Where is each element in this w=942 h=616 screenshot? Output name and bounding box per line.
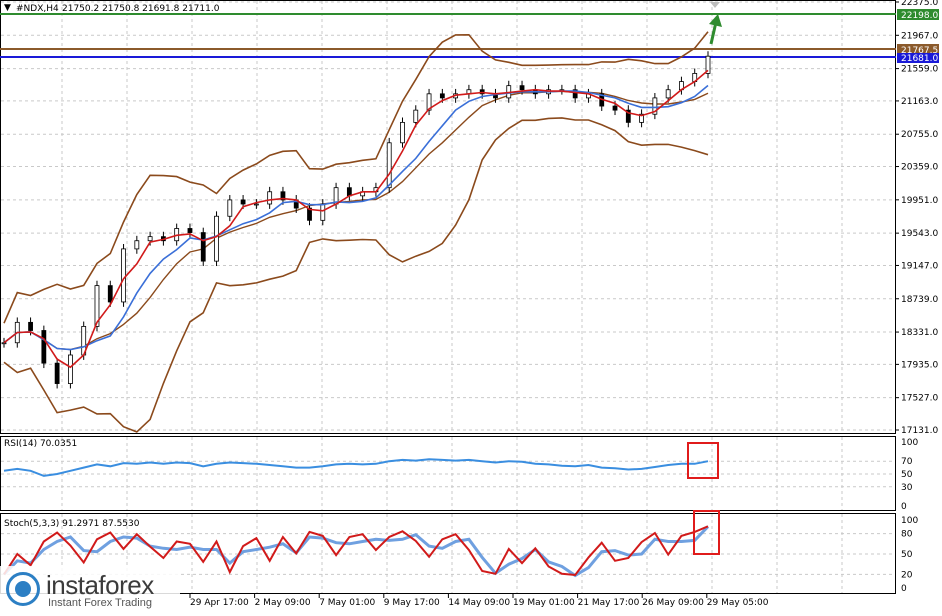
blue-price-text: 21681.0 [901,54,938,64]
price-candle [107,285,113,303]
chart-window: ▼ #NDX,H4 21750.2 21750.8 21691.8 21711.… [0,0,942,612]
price-tick-label: 22375.0 [901,0,938,8]
price-candle [612,105,618,111]
price-tick-label: 17131.0 [901,426,938,436]
price-candle [134,240,140,250]
price-candle [253,203,259,206]
price-tick-label: 17935.0 [901,360,938,370]
price-candle [400,121,405,144]
time-tick-label: 7 May 01:00 [319,598,375,608]
price-candle [28,321,33,331]
resistance-price-text: 22198.0 [901,11,938,21]
stoch-tick-label: 20 [901,570,913,580]
time-tick-label: 9 May 17:00 [384,598,440,608]
price-candle [240,199,246,205]
stoch-tick-label: 80 [901,530,913,540]
price-axis: 22375.0 21967.0 21559.0 21163.0 20755.0 20359… [895,0,938,436]
watermark: instaforex Instant Forex Trading [0,566,180,612]
price-candle [439,93,445,99]
time-tick-label: 26 May 09:00 [642,598,704,608]
time-tick-label: 14 May 09:00 [448,598,510,608]
chart-canvas: ▼ #NDX,H4 21750.2 21750.8 21691.8 21711.… [0,0,939,608]
rsi-label: RSI(14) 70.0351 [4,439,77,449]
watermark-tagline: Instant Forex Trading [48,597,152,609]
time-axis: 29 Apr 17:00 2 May 09:00 7 May 01:00 9 May … [189,594,769,608]
ohlc-label: 21750.2 21750.8 21691.8 21711.0 [62,4,220,14]
price-tick-label: 19543.0 [901,229,938,239]
price-candle [386,142,392,189]
price-candle [1,342,7,345]
price-candle [187,228,193,233]
price-tick-label: 18739.0 [901,295,938,305]
rsi-tick-label: 70 [901,457,913,467]
instaforex-logo-icon [6,572,40,606]
price-tick-label: 20359.0 [901,163,938,173]
price-tick-label: 17527.0 [901,394,938,404]
stoch-tick-label: 50 [901,550,913,560]
price-candle [267,191,273,205]
symbol-label: #NDX,H4 [16,4,59,14]
price-tick-label: 19951.0 [901,196,938,206]
time-tick-label: 2 May 09:00 [255,598,311,608]
price-candle [214,215,219,262]
price-tick-label: 21559.0 [901,65,938,75]
rsi-tick-label: 100 [901,438,918,448]
time-tick-label: 29 Apr 17:00 [190,598,249,608]
price-candle [227,199,233,217]
price-candle [54,362,60,384]
price-candle [413,109,419,123]
price-candle [320,203,326,221]
time-tick-label: 21 May 17:00 [578,598,640,608]
price-candle [147,236,153,242]
price-candle [68,354,73,384]
price-candle [121,248,126,303]
price-candle [200,232,206,262]
price-candle [665,89,671,99]
price-candle [41,330,47,364]
price-tick-label: 21163.0 [901,97,938,107]
stoch-tick-label: 0 [901,584,907,594]
stoch-tick-label: 100 [901,516,918,526]
price-panel [0,0,896,434]
price-tick-label: 21967.0 [901,31,938,41]
price-tick-label: 18331.0 [901,328,938,338]
rsi-tick-label: 0 [901,502,907,512]
price-tick-label: 20755.0 [901,130,938,140]
time-tick-label: 19 May 01:00 [513,598,575,608]
collapse-arrow-icon[interactable]: ▼ [4,3,11,13]
time-tick-label: 29 May 05:00 [707,598,769,608]
rsi-tick-label: 30 [901,483,913,493]
stoch-label: Stoch(5,3,3) 91.2971 87.5530 [4,519,140,529]
price-candle [519,85,525,91]
price-tick-label: 19147.0 [901,261,938,271]
rsi-tick-label: 50 [901,470,913,480]
